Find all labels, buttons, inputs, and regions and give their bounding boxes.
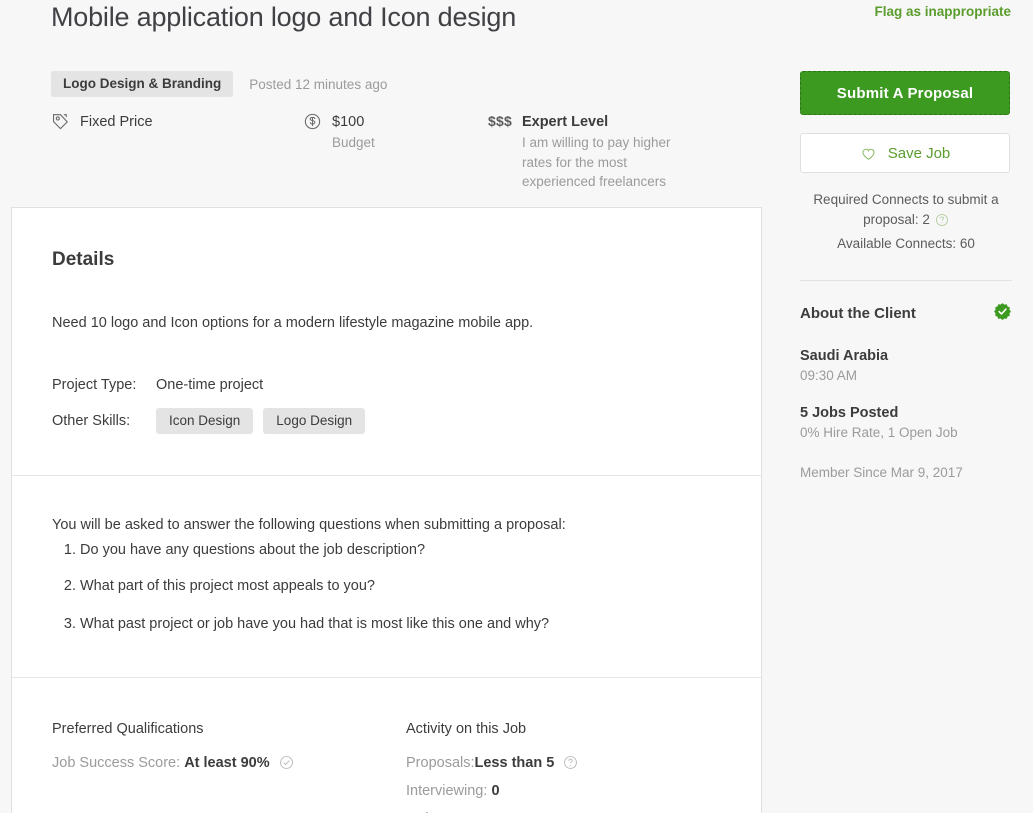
experience-level-title: Expert Level — [521, 114, 609, 130]
posted-time: Posted 12 minutes ago — [249, 76, 388, 92]
category-badge[interactable]: Logo Design & Branding — [51, 71, 234, 97]
questions-intro: You will be asked to answer the followin… — [52, 516, 566, 533]
price-tag-icon — [51, 112, 70, 131]
other-skills-label: Other Skills: — [52, 412, 131, 429]
interviewing-label: Interviewing: — [406, 782, 488, 799]
details-heading: Details — [52, 249, 115, 270]
interviewing-value: 0 — [491, 782, 500, 799]
stat-experience-level: $$$ Expert Level I am willing to pay hig… — [488, 112, 692, 192]
proposals-value: Less than 5 — [474, 754, 555, 771]
skill-tag[interactable]: Logo Design — [263, 407, 366, 434]
heart-icon — [860, 145, 877, 162]
help-circle-icon[interactable] — [563, 755, 578, 770]
client-jobs-block: 5 Jobs Posted 0% Hire Rate, 1 Open Job — [800, 405, 1012, 440]
about-client-title: About the Client — [800, 305, 916, 323]
experience-level-description: I am willing to pay higher rates for the… — [521, 135, 671, 190]
details-description: Need 10 logo and Icon options for a mode… — [52, 315, 534, 331]
job-success-score-row: Job Success Score: At least 90% — [52, 737, 406, 771]
stat-fixed-price: Fixed Price — [51, 112, 153, 133]
proposals-label: Proposals: — [406, 754, 475, 771]
client-location-block: Saudi Arabia 09:30 AM — [800, 348, 1012, 383]
proposals-row: Proposals: Less than 5 — [406, 737, 721, 771]
connects-info: Required Connects to submit a proposal: … — [800, 190, 1012, 254]
client-hire-rate: 0% Hire Rate, 1 Open Job — [800, 424, 958, 440]
qualifications-activity-section: Preferred Qualifications Job Success Sco… — [12, 678, 761, 813]
interviewing-row: Interviewing: 0 — [406, 771, 721, 799]
dollar-circle-icon — [303, 112, 322, 131]
client-member-since: Member Since Mar 9, 2017 — [800, 464, 963, 480]
job-meta-row: Logo Design & Branding Posted 12 minutes… — [51, 71, 387, 97]
list-item: What past project or job have you had th… — [80, 614, 721, 634]
job-details-card: Details Need 10 logo and Icon options fo… — [11, 207, 762, 813]
client-jobs-posted: 5 Jobs Posted — [800, 404, 899, 421]
details-section: Details Need 10 logo and Icon options fo… — [12, 208, 761, 475]
stat-budget: $100 Budget — [303, 112, 375, 153]
preferred-qualifications-column: Preferred Qualifications Job Success Sco… — [52, 721, 406, 813]
other-skills-row: Other Skills: Icon Design Logo Design — [52, 393, 721, 434]
questions-list: Do you have any questions about the job … — [52, 540, 721, 635]
fixed-price-label: Fixed Price — [80, 114, 153, 130]
skill-tag[interactable]: Icon Design — [156, 407, 254, 434]
activity-heading: Activity on this Job — [406, 720, 527, 737]
client-country: Saudi Arabia — [800, 347, 889, 364]
list-item: What part of this project most appeals t… — [80, 576, 721, 596]
flag-as-inappropriate-link[interactable]: Flag as inappropriate — [874, 4, 1011, 19]
preferred-qualifications-heading: Preferred Qualifications — [52, 720, 204, 737]
project-type-row: Project Type: One-time project — [52, 335, 721, 393]
job-details-page: Mobile application logo and Icon design … — [0, 0, 1033, 813]
connects-required-text: Required Connects to submit a proposal: … — [813, 192, 999, 228]
budget-label: Budget — [332, 135, 375, 151]
job-success-score-label: Job Success Score: — [52, 754, 181, 771]
check-circle-icon — [279, 755, 294, 770]
save-job-button[interactable]: Save Job — [800, 133, 1010, 173]
page-title: Mobile application logo and Icon design — [51, 2, 517, 32]
client-local-time: 09:30 AM — [800, 367, 858, 383]
project-type-label: Project Type: — [52, 376, 137, 393]
job-sidebar: Submit A Proposal Save Job Required Conn… — [800, 71, 1012, 480]
submit-proposal-button[interactable]: Submit A Proposal — [800, 71, 1010, 115]
list-item: Do you have any questions about the job … — [80, 540, 721, 560]
budget-amount: $100 — [332, 114, 365, 130]
dollar-signs-icon: $$$ — [488, 113, 512, 129]
save-job-label: Save Job — [887, 144, 951, 162]
help-circle-icon[interactable] — [935, 213, 949, 233]
invites-sent-row: Invites Sent: 0 — [406, 799, 721, 813]
verified-badge-icon — [993, 302, 1012, 326]
job-success-score-value: At least 90% — [184, 754, 270, 771]
sidebar-divider — [800, 279, 1012, 281]
questions-section: You will be asked to answer the followin… — [12, 476, 761, 677]
connects-available-text: Available Connects: 60 — [837, 235, 975, 251]
activity-column: Activity on this Job Proposals: Less than… — [406, 721, 721, 813]
project-type-value: One-time project — [156, 376, 264, 393]
about-client-header: About the Client — [800, 302, 1012, 326]
